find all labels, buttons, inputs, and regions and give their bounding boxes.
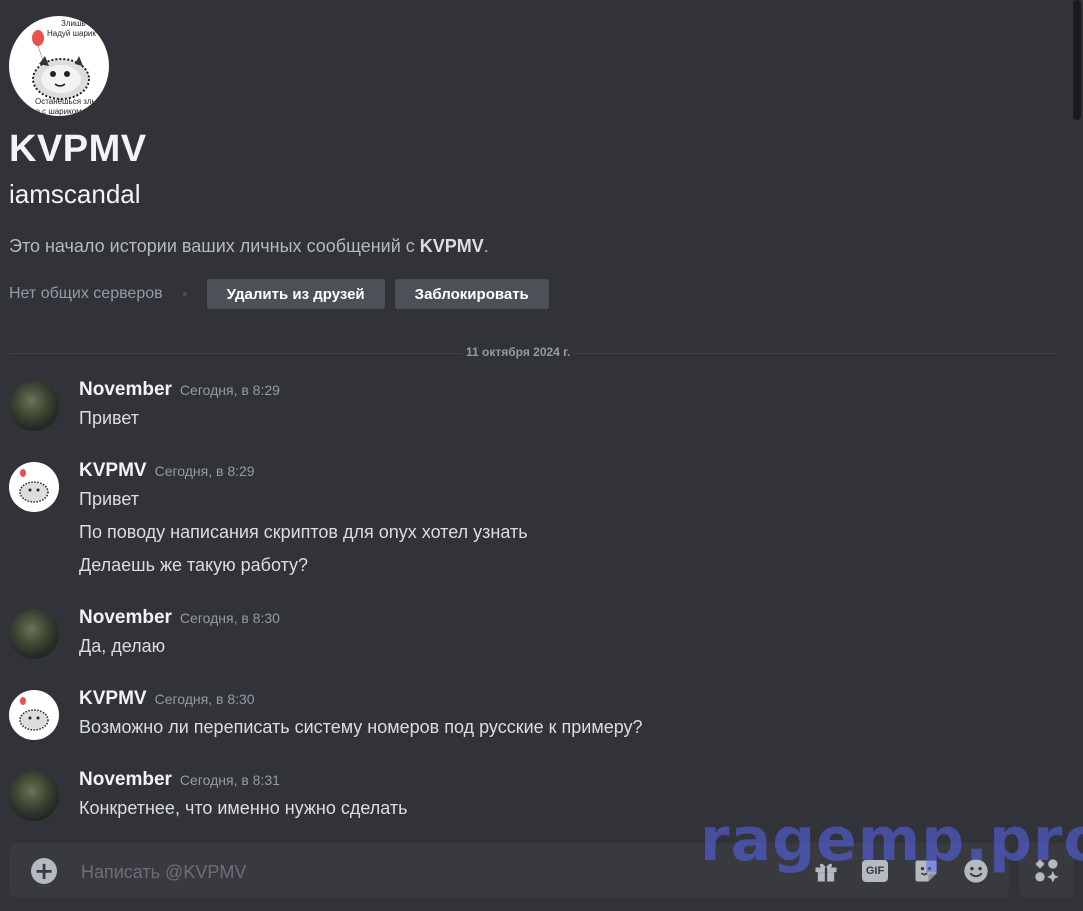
cat-avatar-icon [19, 469, 49, 503]
message-header: KVPMV Сегодня, в 8:30 [79, 688, 255, 710]
apps-icon [1035, 859, 1059, 883]
message-author[interactable]: KVPMV [79, 460, 147, 481]
intro-name: KVPMV [419, 236, 484, 256]
message-text: Привет [79, 408, 140, 428]
sticker-icon[interactable] [912, 857, 940, 885]
message-header: November Сегодня, в 8:30 [79, 607, 280, 629]
intro-prefix: Это начало истории ваших личных сообщени… [9, 236, 420, 256]
block-button[interactable]: Заблокировать [394, 279, 549, 309]
profile-username: iamscandal [9, 179, 141, 209]
message-text: Конкретнее, что именно нужно сделать [79, 798, 408, 818]
avatar[interactable] [9, 690, 59, 740]
message-text: Да, делаю [79, 636, 166, 656]
gif-label: GIF [862, 860, 888, 882]
cat-avatar-icon [19, 697, 49, 731]
message-author[interactable]: November [79, 607, 172, 628]
message-header: November Сегодня, в 8:31 [79, 769, 280, 791]
avatar[interactable] [9, 462, 59, 512]
gif-icon[interactable]: GIF [862, 857, 890, 885]
gift-icon[interactable] [812, 857, 840, 885]
dm-profile-header: Злишь Надуй шарик Останешься злым, но с … [9, 16, 1059, 309]
profile-display-name: KVPMV [9, 128, 147, 170]
avatar[interactable] [9, 381, 59, 431]
profile-avatar[interactable]: Злишь Надуй шарик Останешься злым, но с … [9, 16, 109, 116]
message-author[interactable]: November [79, 769, 172, 790]
message-text: По поводу написания скриптов для onyx хо… [79, 522, 528, 542]
message-text: Возможно ли переписать систему номеров п… [79, 717, 643, 737]
emoji-icon[interactable] [962, 857, 990, 885]
plus-icon[interactable]: + [31, 858, 57, 884]
date-divider: 11 октября 2024 г. [462, 345, 575, 359]
message-timestamp: Сегодня, в 8:31 [179, 772, 280, 788]
avatar[interactable] [9, 609, 59, 659]
message-header: KVPMV Сегодня, в 8:29 [79, 460, 255, 482]
mutual-servers-text: Нет общих серверов [9, 285, 163, 302]
dm-intro-text: Это начало истории ваших личных сообщени… [9, 236, 1059, 257]
message-author[interactable]: KVPMV [79, 688, 147, 709]
avatar-caption-bottom2: но с шариком [31, 107, 82, 116]
message-text: Привет [79, 489, 140, 509]
message-composer: + GIF [9, 843, 1009, 898]
scrollbar[interactable] [1073, 0, 1081, 120]
message-author[interactable]: November [79, 379, 172, 400]
intro-suffix: . [483, 236, 489, 256]
message-timestamp: Сегодня, в 8:29 [154, 463, 255, 479]
apps-button[interactable] [1019, 843, 1074, 898]
message-timestamp: Сегодня, в 8:30 [179, 610, 280, 626]
profile-actions: Нет общих серверов Удалить из друзей Заб… [9, 279, 1059, 309]
message-timestamp: Сегодня, в 8:30 [154, 691, 255, 707]
avatar[interactable] [9, 771, 59, 821]
remove-friend-button[interactable]: Удалить из друзей [206, 279, 385, 309]
message-text: Делаешь же такую работу? [79, 555, 309, 575]
message-timestamp: Сегодня, в 8:29 [179, 382, 280, 398]
message-header: November Сегодня, в 8:29 [79, 379, 280, 401]
message-input[interactable] [79, 858, 783, 886]
avatar-caption-bottom: Останешься злым, [35, 97, 105, 106]
separator-dot [182, 292, 187, 296]
